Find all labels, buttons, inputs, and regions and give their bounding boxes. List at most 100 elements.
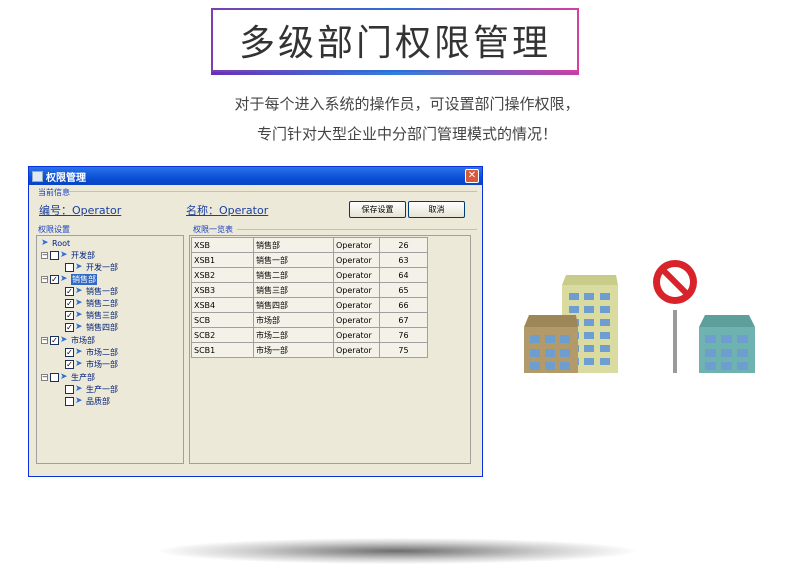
tree-item-market-2[interactable]: ✓ ➤ 市场二部 xyxy=(65,347,118,358)
checkbox-icon[interactable]: ✓ xyxy=(65,323,74,332)
node-icon: ➤ xyxy=(41,238,49,248)
table-row[interactable]: XSB1 销售一部 Operator 63 xyxy=(191,252,428,268)
table-cell: XSB2 xyxy=(191,267,254,283)
table-cell: 销售二部 xyxy=(253,267,334,283)
current-info-label: 当前信息 xyxy=(38,188,70,197)
table-cell: 市场部 xyxy=(253,312,334,328)
table-cell: Operator xyxy=(333,297,380,313)
table-cell: Operator xyxy=(333,252,380,268)
tree-item-sales-3[interactable]: ✓ ➤ 销售三部 xyxy=(65,310,118,321)
checkbox-icon[interactable]: ✓ xyxy=(65,348,74,357)
table-cell: 63 xyxy=(379,252,428,268)
checkbox-icon[interactable]: ✓ xyxy=(65,311,74,320)
node-icon: ➤ xyxy=(75,359,83,369)
permission-list-label: 权限一览表 xyxy=(193,225,233,234)
table-cell: 76 xyxy=(379,327,428,343)
tree-item-quality[interactable]: ➤ 品质部 xyxy=(65,396,110,407)
checkbox-icon[interactable]: ✓ xyxy=(65,299,74,308)
table-cell: XSB1 xyxy=(191,252,254,268)
buildings-illustration xyxy=(524,260,755,373)
buildings-icon xyxy=(524,275,618,373)
save-settings-button[interactable]: 保存设置 xyxy=(349,201,406,218)
table-cell: 销售部 xyxy=(253,237,334,253)
table-row[interactable]: SCB 市场部 Operator 67 xyxy=(191,312,428,328)
node-icon: ➤ xyxy=(75,262,83,272)
node-icon: ➤ xyxy=(75,347,83,357)
window-titlebar[interactable]: 权限管理 ✕ xyxy=(29,167,482,185)
teal-building-icon xyxy=(699,315,755,373)
table-cell: 销售四部 xyxy=(253,297,334,313)
table-cell: XSB xyxy=(191,237,254,253)
tree-item-production-1[interactable]: ➤ 生产一部 xyxy=(65,384,118,395)
node-icon: ➤ xyxy=(60,250,68,260)
permission-window: 权限管理 ✕ 当前信息 编号：Operator 名称：Operator 保存设置… xyxy=(28,166,483,477)
description-line-1: 对于每个进入系统的操作员，可设置部门操作权限， xyxy=(234,95,580,113)
checkbox-icon[interactable] xyxy=(50,373,59,382)
node-icon: ➤ xyxy=(75,298,83,308)
description-line-2: 专门针对大型企业中分部门管理模式的情况！ xyxy=(256,125,557,143)
checkbox-icon[interactable] xyxy=(65,263,74,272)
table-cell: SCB xyxy=(191,312,254,328)
close-icon[interactable]: ✕ xyxy=(465,169,479,183)
no-entry-sign-icon xyxy=(653,260,697,373)
checkbox-icon[interactable]: ✓ xyxy=(65,360,74,369)
table-cell: XSB4 xyxy=(191,297,254,313)
checkbox-icon[interactable] xyxy=(65,385,74,394)
table-cell: Operator xyxy=(333,237,380,253)
node-icon: ➤ xyxy=(75,396,83,406)
expand-icon[interactable]: − xyxy=(41,276,48,283)
node-icon: ➤ xyxy=(75,310,83,320)
node-icon: ➤ xyxy=(60,274,68,284)
permission-table-panel[interactable]: XSB 销售部 Operator 26 XSB1 销售一部 Operator 6… xyxy=(189,235,471,464)
checkbox-icon[interactable]: ✓ xyxy=(50,336,59,345)
operator-number: 编号：Operator xyxy=(39,204,122,217)
permission-list-divider xyxy=(237,229,477,230)
permission-table: XSB 销售部 Operator 26 XSB1 销售一部 Operator 6… xyxy=(191,237,428,358)
checkbox-icon[interactable] xyxy=(65,397,74,406)
node-icon: ➤ xyxy=(60,372,68,382)
cancel-button[interactable]: 取消 xyxy=(408,201,465,218)
tree-item-dev-1[interactable]: ➤ 开发一部 xyxy=(65,262,118,273)
table-cell: Operator xyxy=(333,267,380,283)
table-cell: Operator xyxy=(333,342,380,358)
operator-name: 名称：Operator xyxy=(186,204,269,217)
tree-item-market-1[interactable]: ✓ ➤ 市场一部 xyxy=(65,359,118,370)
table-row[interactable]: XSB4 销售四部 Operator 66 xyxy=(191,297,428,313)
table-row[interactable]: XSB 销售部 Operator 26 xyxy=(191,237,428,253)
table-row[interactable]: SCB2 市场二部 Operator 76 xyxy=(191,327,428,343)
table-cell: 销售三部 xyxy=(253,282,334,298)
table-cell: 销售一部 xyxy=(253,252,334,268)
current-info-divider xyxy=(69,191,477,192)
tree-root[interactable]: ➤ Root xyxy=(41,238,70,249)
table-row[interactable]: XSB2 销售二部 Operator 64 xyxy=(191,267,428,283)
tree-group-dev[interactable]: − ➤ 开发部 xyxy=(41,250,95,261)
expand-icon[interactable]: − xyxy=(41,374,48,381)
department-tree[interactable]: ➤ Root − ➤ 开发部 ➤ 开发一部 − ✓ ➤ 销售部 ✓ ➤ 销售一部… xyxy=(36,235,184,464)
tree-group-production[interactable]: − ➤ 生产部 xyxy=(41,372,95,383)
table-cell: Operator xyxy=(333,312,380,328)
tree-item-sales-4[interactable]: ✓ ➤ 销售四部 xyxy=(65,322,118,333)
tree-group-market[interactable]: − ✓ ➤ 市场部 xyxy=(41,335,95,346)
table-row[interactable]: XSB3 销售三部 Operator 65 xyxy=(191,282,428,298)
table-cell: 市场一部 xyxy=(253,342,334,358)
table-cell: Operator xyxy=(333,282,380,298)
node-icon: ➤ xyxy=(75,286,83,296)
checkbox-icon[interactable] xyxy=(50,251,59,260)
permission-settings-label: 权限设置 xyxy=(38,225,70,234)
expand-icon[interactable]: − xyxy=(41,252,48,259)
tree-item-sales-1[interactable]: ✓ ➤ 销售一部 xyxy=(65,286,118,297)
node-icon: ➤ xyxy=(60,335,68,345)
window-app-icon xyxy=(32,170,43,182)
tree-item-sales-2[interactable]: ✓ ➤ 销售二部 xyxy=(65,298,118,309)
page-title: 多级部门权限管理 xyxy=(238,23,551,64)
table-cell: 市场二部 xyxy=(253,327,334,343)
checkbox-icon[interactable]: ✓ xyxy=(50,275,59,284)
table-cell: XSB3 xyxy=(191,282,254,298)
table-cell: 65 xyxy=(379,282,428,298)
checkbox-icon[interactable]: ✓ xyxy=(65,287,74,296)
window-title: 权限管理 xyxy=(46,172,86,184)
table-row[interactable]: SCB1 市场一部 Operator 75 xyxy=(191,342,428,358)
tree-group-sales[interactable]: − ✓ ➤ 销售部 xyxy=(41,274,97,285)
expand-icon[interactable]: − xyxy=(41,337,48,344)
table-cell: 64 xyxy=(379,267,428,283)
